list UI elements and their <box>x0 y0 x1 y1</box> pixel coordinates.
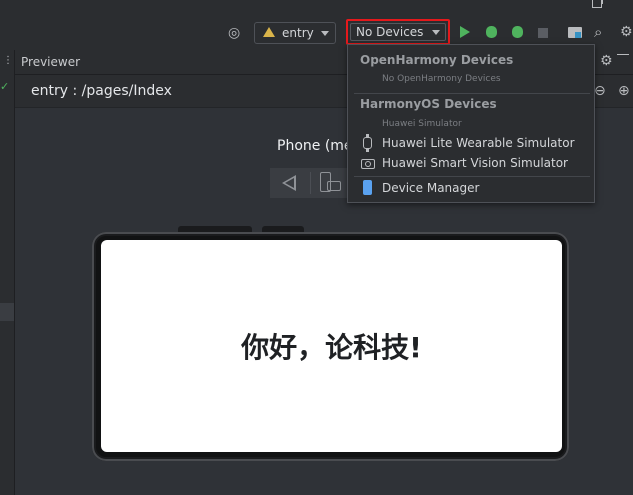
menu-item-device-manager[interactable]: Device Manager <box>382 181 479 195</box>
device-select[interactable]: No Devices <box>346 19 450 45</box>
minimize-panel-icon[interactable] <box>617 54 629 55</box>
debug-icon[interactable] <box>486 26 497 38</box>
run-icon[interactable] <box>460 26 470 38</box>
controls-divider <box>310 172 311 194</box>
more-options-icon[interactable]: ⋮ <box>3 55 13 66</box>
screen-greeting-text: 你好，论科技! <box>241 331 422 364</box>
module-logo-icon <box>263 27 275 37</box>
attach-debugger-icon[interactable] <box>512 26 523 38</box>
previewer-title: Previewer <box>21 55 81 69</box>
camera-icon <box>361 159 375 169</box>
menu-item-smart-vision[interactable]: Huawei Smart Vision Simulator <box>382 156 568 170</box>
device-dropdown-menu: OpenHarmony Devices No OpenHarmony Devic… <box>347 44 595 203</box>
project-structure-icon[interactable] <box>568 27 582 38</box>
device-select-label: No Devices <box>356 25 424 39</box>
menu-separator <box>354 93 590 94</box>
target-icon[interactable]: ◎ <box>228 25 240 41</box>
previewer-settings-icon[interactable]: ⚙ <box>600 53 613 69</box>
chevron-down-icon <box>321 31 329 36</box>
menu-item-lite-wearable[interactable]: Huawei Lite Wearable Simulator <box>382 136 575 150</box>
module-select[interactable]: entry <box>254 22 336 44</box>
selected-row-marker <box>0 303 14 321</box>
module-select-label: entry <box>282 26 314 40</box>
harmonyos-sub-label: Huawei Simulator <box>382 119 462 129</box>
stop-icon[interactable] <box>538 28 548 38</box>
window-title-bar <box>0 0 633 14</box>
gear-icon[interactable]: ⚙ <box>620 24 633 40</box>
zoom-in-icon[interactable]: ⊕ <box>618 83 630 99</box>
phone-icon <box>363 180 372 195</box>
menu-separator <box>354 176 590 177</box>
left-tool-strip: ⋮ ✓ <box>0 50 15 495</box>
harmonyos-devices-header: HarmonyOS Devices <box>360 97 497 111</box>
check-icon: ✓ <box>0 80 10 93</box>
watch-icon <box>363 134 372 152</box>
restore-window-icon[interactable] <box>592 0 603 8</box>
zoom-out-icon[interactable]: ⊖ <box>594 83 606 99</box>
chevron-down-icon <box>432 30 440 35</box>
rotate-device-icon[interactable] <box>320 172 341 192</box>
device-profile-label: Phone (me <box>277 138 353 154</box>
openharmony-empty-text: No OpenHarmony Devices <box>382 74 501 84</box>
back-icon[interactable] <box>282 175 296 191</box>
search-icon[interactable]: ⌕ <box>594 24 602 40</box>
openharmony-devices-header: OpenHarmony Devices <box>360 53 514 67</box>
preview-page-path: entry : /pages/Index <box>31 83 172 99</box>
phone-screen[interactable]: 你好，论科技! <box>101 240 562 452</box>
